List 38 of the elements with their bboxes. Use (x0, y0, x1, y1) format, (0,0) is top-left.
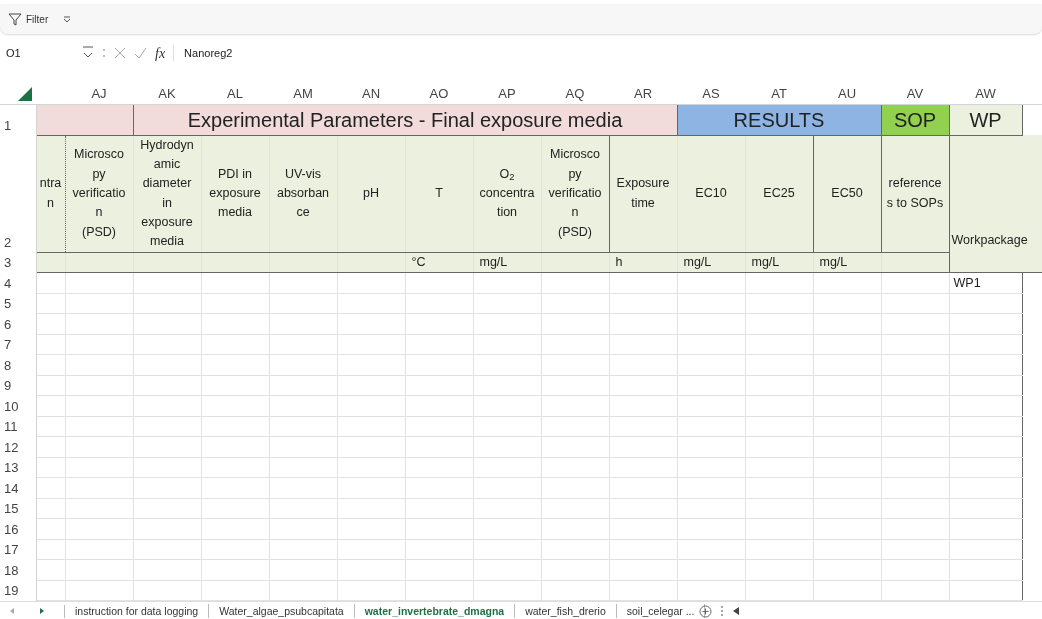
header-cell: T (405, 135, 473, 253)
caret-icon[interactable] (82, 46, 94, 60)
sheet-tab[interactable]: Water_algae_psubcapitata (209, 604, 355, 619)
dropdown-icon[interactable] (62, 14, 73, 24)
header-cell: EC50 (813, 135, 881, 253)
header-cell: RESULTS (677, 104, 881, 135)
header-cell: Experimental Parameters - Final exposure media (133, 104, 677, 135)
header-cell: Exposure time (609, 135, 677, 253)
header-cell: Workpackage (949, 135, 1042, 273)
header-cell: Hydrodyn amic diameter in exposure media (133, 135, 201, 253)
sheet-tab[interactable]: water_fish_drerio (515, 604, 617, 619)
add-icon[interactable] (699, 604, 713, 618)
header-cell: EC10 (677, 135, 745, 253)
table-cell: WP1 (949, 272, 1022, 294)
header-cell: Microsco py verificatio n (PSD) (541, 135, 609, 253)
header-cell: Microsco py verificatio n (PSD) (65, 135, 133, 253)
row-header[interactable]: 1 (0, 104, 36, 135)
sheet-tab[interactable]: instruction for data logging (65, 604, 210, 619)
header-cell: reference s to SOPs (881, 135, 949, 253)
header-cell: PDI in exposure media (201, 135, 269, 253)
scroll-right-icon[interactable] (38, 607, 46, 616)
filter-button[interactable]: Filter (8, 11, 49, 27)
more-icon (102, 47, 106, 59)
function-button[interactable]: fx (155, 42, 166, 64)
name-box[interactable]: O1 (4, 44, 74, 62)
header-cell: SOP (881, 104, 949, 135)
sheet-tab[interactable]: water_invertebrate_dmagna (354, 604, 516, 619)
sheet-tab[interactable]: soil_celegar ... (616, 604, 706, 619)
check-icon[interactable] (134, 47, 147, 59)
header-cell: EC25 (745, 135, 813, 253)
filter-icon (8, 12, 22, 26)
header-cell: WP (949, 104, 1022, 135)
header-cell: UV-vis absorban ce (269, 135, 337, 253)
formula-field[interactable]: Nanoreg2 (173, 44, 1038, 62)
scroll-left-icon[interactable] (732, 606, 741, 617)
header-cell: ntra n (36, 135, 65, 253)
header-cell: pH (337, 135, 405, 253)
header-cell: O$_{2}$ concentra tion (473, 135, 541, 253)
